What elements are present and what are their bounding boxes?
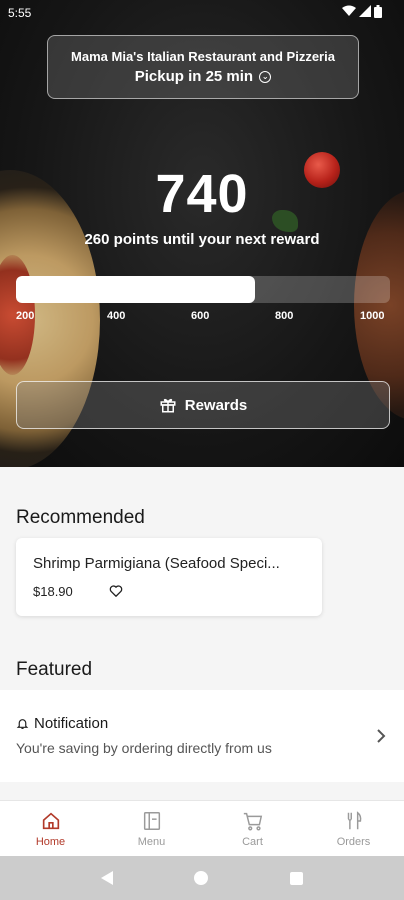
points-balance: 740 [155,164,249,224]
loyalty-hero: Mama Mia's Italian Restaurant and Pizzer… [0,0,404,467]
tick-label: 1000 [360,310,385,322]
menu-icon [143,811,160,830]
tab-orders[interactable]: Orders [303,801,404,856]
rewards-button[interactable]: Rewards [16,381,390,429]
notification-text: You're saving by ordering directly from … [16,740,272,756]
tick-label: 600 [191,310,210,322]
bell-icon [16,719,29,729]
tab-home[interactable]: Home [0,801,101,856]
back-icon[interactable] [100,871,113,885]
featured-title: Featured [16,659,93,680]
tab-orders-label: Orders [336,835,371,848]
store-name: Mama Mia's Italian Restaurant and Pizzer… [71,49,335,64]
cart-icon [243,812,262,830]
tab-menu-label: Menu [137,835,166,848]
tab-cart-label: Cart [242,835,263,848]
store-selector[interactable]: Mama Mia's Italian Restaurant and Pizzer… [47,35,359,99]
notification-row[interactable]: Notification You're saving by ordering d… [0,690,404,782]
system-nav-bar [0,856,404,900]
status-icons [342,5,382,18]
tick-label: 400 [107,310,126,322]
tick-label: 200 [16,310,35,322]
signal-icon [359,5,371,17]
status-bar: 5:55 [0,0,404,24]
home-icon [42,812,59,829]
tick-label: 800 [275,310,294,322]
recommended-title: Recommended [16,507,145,528]
battery-icon [374,5,382,18]
chevron-down-icon: ⌄ [259,71,272,84]
points-progress-bar [16,276,390,303]
orders-icon [347,810,361,829]
tab-home-label: Home [35,835,66,848]
points-progress-fill [16,276,256,303]
status-time: 5:55 [8,6,32,20]
heart-icon[interactable] [109,584,123,598]
recommended-item-card[interactable]: Shrimp Parmigiana (Seafood Speci... $18.… [16,538,322,616]
pickup-label: Pickup in 25 min [134,68,254,85]
wifi-icon [342,5,356,16]
item-price: $18.90 [33,584,73,599]
recent-apps-icon[interactable] [290,871,304,885]
gift-icon [160,398,176,413]
notification-title: Notification [16,715,108,732]
home-circle-icon[interactable] [194,871,209,885]
rewards-label: Rewards [184,396,248,414]
item-name: Shrimp Parmigiana (Seafood Speci... [33,555,280,572]
pickup-time: Pickup in 25 min ⌄ [48,68,358,85]
notification-title-text: Notification [34,715,109,732]
points-remaining: 260 points until your next reward [84,231,320,248]
bottom-tab-bar: Home Menu Cart Orders [0,800,404,856]
tab-cart[interactable]: Cart [202,801,303,856]
tab-menu[interactable]: Menu [101,801,202,856]
chevron-right-icon [377,729,386,743]
